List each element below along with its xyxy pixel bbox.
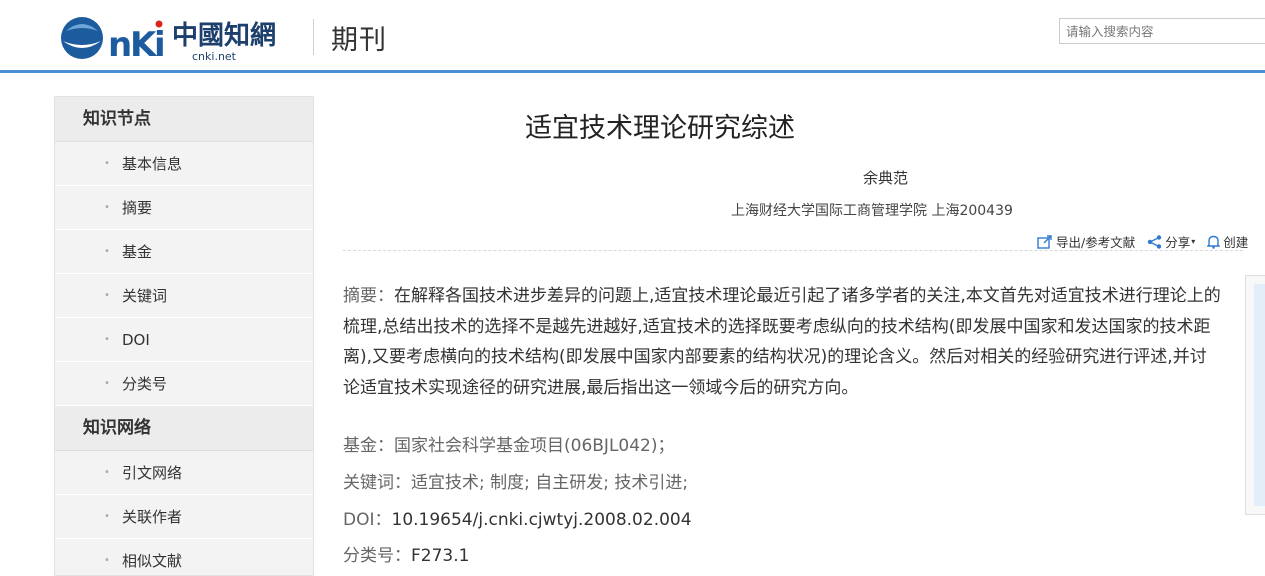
doi-value: 10.19654/j.cnki.cjwtyj.2008.02.004 (391, 510, 692, 530)
search-input[interactable] (1059, 18, 1265, 44)
sidebar-item-label: 关联作者 (122, 508, 183, 526)
section-title: 期刊 (331, 25, 387, 56)
classification-value: F273.1 (411, 546, 470, 566)
svg-text:中國知網: 中國知網 (172, 20, 276, 51)
classification-label: 分类号： (343, 546, 411, 566)
share-label: 分享 (1165, 235, 1191, 250)
sidebar-item-label: 摘要 (122, 199, 153, 217)
sidebar-item-keywords[interactable]: • 关键词 (55, 274, 313, 318)
cnki-logo[interactable]: n K i 中國知網 cnki.net (56, 11, 290, 65)
keywords-value[interactable]: 适宜技术; 制度; 自主研发; 技术引进; (411, 473, 688, 493)
fund-row: 基金：国家社会科学基金项目(06BJL042)； (343, 431, 675, 456)
right-side-panel (1245, 275, 1265, 515)
article-title: 适宜技术理论研究综述 (525, 113, 795, 144)
sidebar-item-related-authors[interactable]: • 关联作者 (55, 495, 313, 539)
article-organization[interactable]: 上海财经大学国际工商管理学院 上海200439 (731, 200, 1013, 220)
sidebar-item-doi[interactable]: • DOI (55, 318, 313, 362)
bullet-icon: • (104, 334, 110, 345)
fund-label: 基金： (343, 436, 394, 456)
logo-subtitle: cnki.net (192, 50, 237, 63)
sidebar-item-label: 关键词 (122, 287, 168, 305)
sidebar-item-citation-network[interactable]: • 引文网络 (55, 451, 313, 495)
bullet-icon: • (104, 202, 110, 213)
bullet-icon: • (104, 158, 110, 169)
sidebar-item-label: DOI (122, 331, 150, 349)
sidebar-item-label: 基本信息 (122, 155, 183, 173)
sidebar-item-label: 相似文献 (122, 552, 183, 570)
create-label: 创建 (1223, 235, 1249, 250)
sidebar-item-label: 基金 (122, 243, 153, 261)
bell-icon (1207, 235, 1221, 249)
sidebar-item-similar-literature[interactable]: • 相似文献 (55, 539, 313, 575)
bullet-icon: • (104, 555, 110, 566)
doi-row: DOI：10.19654/j.cnki.cjwtyj.2008.02.004 (343, 505, 692, 530)
sidebar-item-abstract[interactable]: • 摘要 (55, 186, 313, 230)
svg-text:n: n (108, 25, 132, 63)
export-button[interactable]: 导出/参考文献 (1037, 232, 1135, 251)
sidebar-group-title: 知识节点 (55, 97, 313, 142)
sidebar-item-basic-info[interactable]: • 基本信息 (55, 142, 313, 186)
fund-value[interactable]: 国家社会科学基金项目(06BJL042)； (394, 436, 675, 456)
share-icon (1148, 234, 1162, 249)
top-header: n K i 中國知網 cnki.net 期刊 (0, 0, 1265, 70)
right-side-thumbnail[interactable] (1254, 284, 1265, 506)
share-button[interactable]: 分享 ▾ (1147, 232, 1195, 251)
bullet-icon: • (104, 378, 110, 389)
bullet-icon: • (104, 246, 110, 257)
chevron-down-icon: ▾ (1191, 237, 1196, 246)
sidebar-item-classification[interactable]: • 分类号 (55, 362, 313, 406)
sidebar-group-title: 知识网络 (55, 406, 313, 451)
divider (343, 250, 1243, 251)
sidebar-item-label: 分类号 (122, 375, 168, 393)
export-label: 导出/参考文献 (1056, 235, 1136, 250)
abstract-text: 在解释各国技术进步差异的问题上,适宜技术理论最近引起了诸多学者的关注,本文首先对… (343, 286, 1221, 398)
article-toolbar: 导出/参考文献 分享 ▾ 创建 (1037, 232, 1256, 250)
export-icon (1037, 234, 1052, 249)
doi-label: DOI： (343, 510, 392, 530)
abstract-block: 摘要：在解释各国技术进步差异的问题上,适宜技术理论最近引起了诸多学者的关注,本文… (343, 281, 1223, 403)
keywords-label: 关键词： (343, 473, 411, 493)
sidebar-item-label: 引文网络 (122, 464, 183, 482)
classification-row: 分类号：F273.1 (343, 541, 469, 566)
article-author[interactable]: 余典范 (863, 167, 908, 188)
header-divider (0, 70, 1265, 73)
bullet-icon: • (104, 290, 110, 301)
logo-separator (313, 19, 314, 55)
create-button[interactable]: 创建 (1207, 232, 1248, 251)
bullet-icon: • (104, 511, 110, 522)
keywords-row: 关键词：适宜技术; 制度; 自主研发; 技术引进; (343, 468, 688, 493)
svg-text:i: i (154, 25, 166, 63)
bullet-icon: • (104, 467, 110, 478)
sidebar-item-fund[interactable]: • 基金 (55, 230, 313, 274)
sidebar-nav: 知识节点 • 基本信息 • 摘要 • 基金 • 关键词 • DOI • 分类号 知识网络 •… (54, 96, 314, 576)
abstract-label: 摘要： (343, 286, 394, 306)
cnki-logo-graphic: n K i 中國知網 cnki.net (61, 17, 276, 65)
